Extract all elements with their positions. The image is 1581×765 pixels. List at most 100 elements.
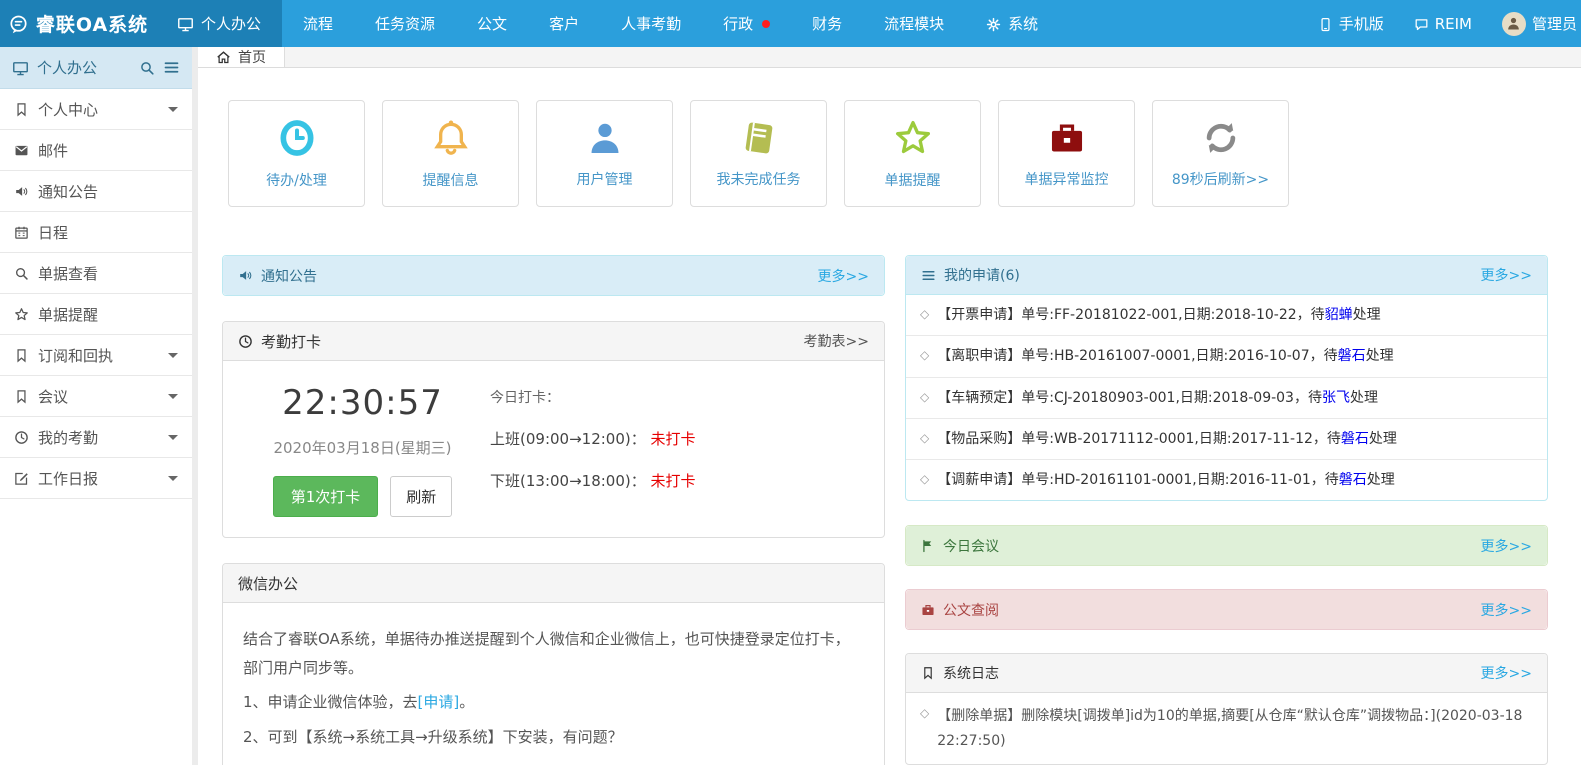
star-icon — [893, 118, 933, 158]
chevron-down-icon — [168, 394, 178, 399]
apply-link[interactable]: [申请] — [418, 693, 460, 711]
attendance-body: 22:30:57 2020年03月18日(星期三) 第1次打卡 刷新 今日打卡： — [223, 361, 884, 537]
sidebar-menu-icon[interactable] — [163, 59, 180, 76]
search-icon — [14, 264, 29, 282]
refresh-button[interactable]: 刷新 — [390, 476, 452, 517]
morning-status: 未打卡 — [651, 430, 696, 448]
sidebar-search-icon[interactable] — [139, 60, 155, 76]
clock-icon — [277, 118, 317, 158]
notice-more-link[interactable]: 更多>> — [818, 266, 869, 286]
application-row[interactable]: ◇ 【物品采购】单号:WB-20171112-0001,日期:2017-11-1… — [906, 419, 1547, 460]
nav-item-hr-attendance[interactable]: 人事考勤 — [600, 0, 702, 47]
navbar-right: 手机版 REIM 管理员 — [1318, 0, 1581, 47]
nav-item-workflow-module[interactable]: 流程模块 — [863, 0, 965, 47]
handler-link[interactable]: 貂蝉 — [1325, 307, 1353, 323]
card-todo[interactable]: 待办/处理 — [228, 100, 365, 207]
attendance-panel-header: 考勤打卡 考勤表>> — [223, 322, 884, 361]
nav-item-customer[interactable]: 客户 — [528, 0, 600, 47]
diamond-bullet-icon: ◇ — [920, 429, 929, 448]
applications-panel-header: 我的申请(6) 更多>> — [906, 256, 1547, 295]
wechat-panel-header: 微信办公 — [223, 564, 884, 603]
mobile-version-link[interactable]: 手机版 — [1318, 13, 1384, 34]
calendar-icon — [14, 223, 29, 241]
tab-bar: 首页 — [198, 47, 1581, 68]
morning-shift-row: 上班(09:00→12:00)： 未打卡 — [490, 428, 696, 449]
pencil-icon — [14, 469, 29, 487]
nav-item-official-doc[interactable]: 公文 — [456, 0, 528, 47]
star-icon — [14, 305, 29, 323]
card-refresh-countdown[interactable]: 89秒后刷新>> — [1152, 100, 1289, 207]
sidebar-item-work-daily[interactable]: 工作日报 — [0, 458, 192, 499]
meetings-more-link[interactable]: 更多>> — [1481, 536, 1532, 556]
meetings-panel-title: 今日会议 — [943, 536, 999, 556]
application-row[interactable]: ◇ 【离职申请】单号:HB-20161007-0001,日期:2016-10-0… — [906, 336, 1547, 377]
application-row[interactable]: ◇ 【开票申请】单号:FF-20181022-001,日期:2018-10-22… — [906, 295, 1547, 336]
handler-link[interactable]: 磐石 — [1339, 472, 1367, 488]
sidebar-item-my-attendance[interactable]: 我的考勤 — [0, 417, 192, 458]
tab-home[interactable]: 首页 — [198, 47, 285, 67]
sidebar-item-notice[interactable]: 通知公告 — [0, 171, 192, 212]
sidebar-item-doc-view[interactable]: 单据查看 — [0, 253, 192, 294]
sidebar: 个人办公 个人中心 邮件 通知公告 日程 单据查看 单据提醒 — [0, 47, 198, 765]
reim-link[interactable]: REIM — [1414, 15, 1472, 33]
card-doc-reminder[interactable]: 单据提醒 — [844, 100, 981, 207]
documents-more-link[interactable]: 更多>> — [1481, 600, 1532, 620]
documents-panel: 公文查阅 更多>> — [905, 589, 1548, 630]
wechat-body: 结合了睿联OA系统，单据待办推送提醒到个人微信和企业微信上，也可快捷登录定位打卡… — [223, 603, 884, 765]
bookmark-icon — [14, 346, 29, 364]
sidebar-item-meeting[interactable]: 会议 — [0, 376, 192, 417]
sidebar-item-personal-center[interactable]: 个人中心 — [0, 89, 192, 130]
current-date: 2020年03月18日(星期三) — [235, 437, 490, 458]
nav-item-personal-office[interactable]: 个人办公 — [156, 0, 282, 47]
avatar — [1502, 12, 1526, 36]
bookmark-icon — [921, 665, 935, 681]
sidebar-header: 个人办公 — [0, 47, 192, 89]
nav-item-system[interactable]: 系统 — [965, 0, 1059, 47]
punch-in-button[interactable]: 第1次打卡 — [273, 476, 379, 517]
application-row[interactable]: ◇ 【调薪申请】单号:HD-20161101-0001,日期:2016-11-0… — [906, 460, 1547, 500]
app-title: 睿联OA系统 — [36, 10, 148, 37]
nav-item-finance[interactable]: 财务 — [791, 0, 863, 47]
user-menu[interactable]: 管理员 — [1502, 12, 1577, 36]
sidebar-item-mail[interactable]: 邮件 — [0, 130, 192, 171]
card-doc-anomaly-monitor[interactable]: 单据异常监控 — [998, 100, 1135, 207]
diamond-bullet-icon: ◇ — [920, 388, 929, 407]
wechat-intro-text: 结合了睿联OA系统，单据待办推送提醒到个人微信和企业微信上，也可快捷登录定位打卡… — [243, 625, 864, 682]
handler-link[interactable]: 磐石 — [1341, 431, 1369, 447]
wechat-panel: 微信办公 结合了睿联OA系统，单据待办推送提醒到个人微信和企业微信上，也可快捷登… — [222, 563, 885, 765]
documents-panel-header: 公文查阅 更多>> — [906, 590, 1547, 629]
applications-panel: 我的申请(6) 更多>> ◇ 【开票申请】单号:FF-20181022-001,… — [905, 255, 1548, 501]
top-navbar: 睿联OA系统 个人办公 流程 任务资源 公文 客户 人事考勤 行政 财务 流程模… — [0, 0, 1581, 47]
nav-item-task-resource[interactable]: 任务资源 — [354, 0, 456, 47]
meetings-panel: 今日会议 更多>> — [905, 525, 1548, 566]
sidebar-item-subscription[interactable]: 订阅和回执 — [0, 335, 192, 376]
red-dot-badge — [762, 20, 770, 28]
handler-link[interactable]: 张飞 — [1322, 390, 1350, 406]
bookmark-icon — [14, 100, 29, 118]
application-row[interactable]: ◇ 【车辆预定】单号:CJ-20180903-001,日期:2018-09-03… — [906, 378, 1547, 419]
syslog-panel: 系统日志 更多>> ◇ 【删除单据】删除模块[调拨单]id为10的单据,摘要[从… — [905, 653, 1548, 765]
handler-link[interactable]: 磐石 — [1338, 348, 1366, 364]
sidebar-item-doc-reminder[interactable]: 单据提醒 — [0, 294, 192, 335]
syslog-more-link[interactable]: 更多>> — [1481, 663, 1532, 683]
card-reminders[interactable]: 提醒信息 — [382, 100, 519, 207]
app-logo[interactable]: 睿联OA系统 — [0, 0, 156, 47]
current-time: 22:30:57 — [235, 383, 490, 423]
nav-item-workflow[interactable]: 流程 — [282, 0, 354, 47]
clock-icon — [238, 332, 253, 350]
diamond-bullet-icon: ◇ — [920, 470, 929, 489]
applications-panel-title: 我的申请(6) — [944, 265, 1020, 285]
phone-icon — [1318, 15, 1333, 33]
diamond-bullet-icon: ◇ — [920, 704, 929, 753]
sidebar-item-schedule[interactable]: 日程 — [0, 212, 192, 253]
card-unfinished-tasks[interactable]: 我未完成任务 — [690, 100, 827, 207]
attendance-sheet-link[interactable]: 考勤表>> — [804, 331, 869, 351]
card-user-management[interactable]: 用户管理 — [536, 100, 673, 207]
chevron-down-icon — [168, 476, 178, 481]
bell-icon — [431, 118, 471, 158]
syslog-entry[interactable]: ◇ 【删除单据】删除模块[调拨单]id为10的单据,摘要[从仓库“默认仓库”调拨… — [906, 693, 1547, 764]
nav-item-administration[interactable]: 行政 — [702, 0, 791, 47]
home-icon — [216, 49, 231, 65]
applications-more-link[interactable]: 更多>> — [1481, 265, 1532, 285]
today-punch-label: 今日打卡： — [490, 387, 696, 407]
